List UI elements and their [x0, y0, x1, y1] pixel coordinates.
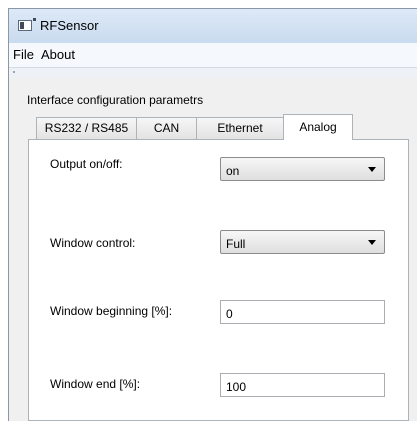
- tab-ethernet[interactable]: Ethernet: [196, 117, 284, 139]
- window-control-value: Full: [226, 237, 246, 251]
- menu-about[interactable]: About: [41, 47, 75, 62]
- window-beginning-value: 0: [226, 307, 233, 321]
- tab-label: RS232 / RS485: [44, 121, 129, 135]
- window-control-dropdown[interactable]: Full: [220, 230, 385, 254]
- window-title: RFSensor: [40, 18, 99, 33]
- group-label: Interface configuration parametrs: [27, 93, 204, 107]
- menu-file[interactable]: File: [13, 47, 34, 62]
- window-end-label: Window end [%]:: [50, 377, 141, 391]
- output-onoff-value: on: [226, 164, 240, 178]
- window-control-label: Window control:: [50, 236, 136, 250]
- tab-can[interactable]: CAN: [136, 117, 197, 139]
- window-end-value: 100: [226, 380, 247, 394]
- tab-label: Analog: [299, 120, 337, 134]
- output-onoff-label: Output on/off:: [50, 157, 123, 171]
- menu-bar: File About: [9, 43, 417, 68]
- title-bar[interactable]: RFSensor: [9, 9, 417, 43]
- tab-label: CAN: [153, 121, 180, 135]
- output-onoff-dropdown[interactable]: on: [220, 157, 385, 181]
- window-end-input[interactable]: 100: [220, 373, 385, 397]
- tab-label: Ethernet: [217, 121, 263, 135]
- chevron-down-icon: [368, 240, 376, 245]
- toolbar-grip: [9, 68, 417, 78]
- app-window-icon: [18, 18, 36, 31]
- window-beginning-label: Window beginning [%]:: [50, 304, 173, 318]
- window-beginning-input[interactable]: 0: [220, 300, 385, 324]
- grip-dot: [13, 71, 15, 73]
- tab-rs232-rs485[interactable]: RS232 / RS485: [36, 117, 137, 139]
- tab-analog[interactable]: Analog: [283, 114, 353, 140]
- analog-tab-panel: Output on/off: on Window control: Full W…: [28, 139, 409, 421]
- chevron-down-icon: [368, 167, 376, 172]
